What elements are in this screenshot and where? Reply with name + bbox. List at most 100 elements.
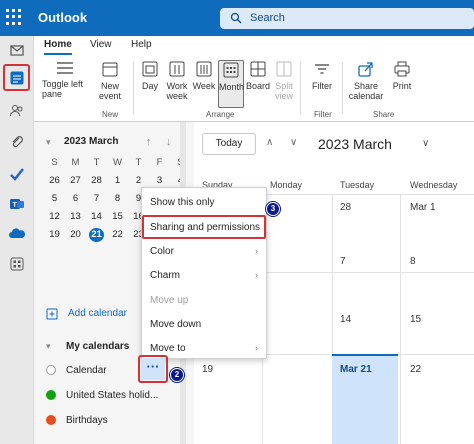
calendar-highlight-box [3, 64, 30, 91]
month-view-button[interactable]: Month [218, 60, 244, 108]
new-event-label: New event [98, 81, 122, 101]
todo-icon[interactable] [9, 166, 25, 182]
mini-calendar-day[interactable]: 19 [44, 228, 65, 242]
work-week-icon [169, 61, 185, 77]
new-event-button[interactable]: New event [92, 60, 128, 101]
today-button[interactable]: Today [202, 133, 256, 155]
add-calendar-link[interactable]: Add calendar [68, 308, 127, 319]
week-view-label: Week [192, 81, 216, 91]
group-label-share: Share [373, 110, 395, 119]
mini-calendar-day[interactable]: 14 [86, 210, 107, 224]
month-title[interactable]: 2023 March [318, 136, 392, 152]
app-title: Outlook [38, 10, 88, 25]
print-label: Print [392, 81, 412, 91]
mini-calendar-day[interactable]: 20 [65, 228, 86, 242]
menu-item-charm[interactable]: Charm [150, 270, 180, 281]
week-view-icon [196, 61, 212, 77]
calendar-item-us-holidays[interactable]: United States holid... [66, 390, 158, 401]
mini-calendar-day[interactable]: 8 [107, 192, 128, 206]
work-week-view-button[interactable]: Work week [164, 60, 190, 101]
mini-calendar-day[interactable]: 2 [128, 174, 149, 188]
tab-help[interactable]: Help [131, 39, 152, 50]
more-options-highlight-box [138, 355, 168, 383]
calendar-color-dot[interactable] [46, 390, 56, 400]
next-period-icon[interactable]: ∨ [290, 137, 297, 148]
app-launcher-icon[interactable] [6, 9, 22, 25]
date-label: 19 [202, 364, 214, 375]
filter-label: Filter [312, 81, 332, 91]
mini-calendar-day[interactable]: 15 [107, 210, 128, 224]
calendar-item-calendar[interactable]: Calendar [66, 365, 107, 376]
people-icon[interactable] [9, 102, 25, 118]
submenu-chevron-icon: › [255, 270, 258, 280]
grid-line [400, 194, 401, 444]
month-dropdown-chevron-icon[interactable]: ∨ [422, 138, 429, 149]
prev-month-icon[interactable]: ↑ [146, 136, 152, 148]
onedrive-icon[interactable] [9, 226, 25, 242]
mini-calendar-day[interactable]: 3 [149, 174, 170, 188]
board-view-button[interactable]: Board [246, 60, 270, 91]
mini-calendar-day[interactable]: 1 [107, 174, 128, 188]
weekday-header: S [51, 157, 58, 168]
date-label: 22 [410, 364, 422, 375]
menu-item-move-up: Move up [150, 295, 189, 306]
calendar-item-birthdays[interactable]: Birthdays [66, 415, 108, 426]
month-view-label: Month [219, 82, 245, 92]
calendar-color-dot[interactable] [46, 365, 56, 375]
mini-calendar-day[interactable]: 6 [65, 192, 86, 206]
split-view-icon [276, 61, 292, 77]
search-placeholder: Search [250, 12, 285, 24]
menu-item-move-down[interactable]: Move down [150, 319, 201, 330]
ribbon-separator [342, 62, 343, 114]
mini-calendar-day[interactable]: 22 [107, 228, 128, 242]
attachment-icon[interactable] [9, 134, 25, 150]
my-calendars-header[interactable]: My calendars [66, 341, 129, 352]
day-view-button[interactable]: Day [138, 60, 162, 91]
mini-calendar-day[interactable]: 28 [86, 174, 107, 188]
date-label: 7 [340, 256, 346, 267]
next-month-icon[interactable]: ↓ [166, 136, 172, 148]
day-header-tuesday: Tuesday [340, 180, 375, 190]
mini-calendar-day[interactable]: 13 [65, 210, 86, 224]
week-view-button[interactable]: Week [192, 60, 216, 91]
day-view-icon [142, 61, 158, 77]
toggle-left-pane-button[interactable]: Toggle left pane [42, 60, 88, 99]
calendar-color-dot[interactable] [46, 415, 56, 425]
print-button[interactable]: Print [390, 60, 414, 91]
teams-icon[interactable]: T [9, 196, 25, 212]
collapse-chevron-icon[interactable]: ▾ [46, 137, 51, 148]
search-input[interactable]: Search [220, 8, 474, 29]
mini-calendar-day[interactable]: 7 [86, 192, 107, 206]
app-top-bar: Outlook Search [0, 0, 474, 36]
menu-item-color[interactable]: Color [150, 246, 174, 257]
group-label-new: New [102, 110, 119, 119]
tab-view[interactable]: View [90, 39, 112, 50]
mini-calendar-today[interactable]: 21 [89, 228, 104, 242]
date-label: 15 [410, 314, 422, 325]
prev-period-icon[interactable]: ∧ [266, 137, 273, 148]
ribbon-tabs: Home View Help [34, 36, 474, 56]
mini-calendar-day[interactable]: 26 [44, 174, 65, 188]
menu-item-show-this-only[interactable]: Show this only [150, 197, 214, 208]
tab-home[interactable]: Home [44, 39, 72, 55]
weekday-header: M [71, 157, 80, 168]
mini-calendar-day[interactable]: 27 [65, 174, 86, 188]
app-rail: T [0, 36, 34, 444]
add-calendar-icon [46, 308, 58, 320]
filter-button[interactable]: Filter [308, 60, 336, 91]
toggle-left-pane-label: Toggle left pane [42, 79, 84, 99]
hamburger-icon [57, 62, 73, 74]
mini-calendar-day[interactable]: 12 [44, 210, 65, 224]
share-icon [358, 62, 373, 77]
more-apps-icon[interactable] [9, 256, 25, 272]
group-label-filter: Filter [314, 110, 332, 119]
mail-icon[interactable] [9, 42, 25, 58]
my-calendars-chevron-icon[interactable]: ▾ [46, 341, 51, 352]
mini-calendar-day[interactable]: 5 [44, 192, 65, 206]
sharing-highlight-box [142, 215, 266, 239]
weekday-header: F [156, 157, 163, 168]
board-view-label: Board [246, 81, 271, 91]
share-calendar-label: Share calendar [348, 81, 384, 101]
menu-item-move-to[interactable]: Move to [150, 343, 186, 354]
share-calendar-button[interactable]: Share calendar [346, 60, 386, 101]
